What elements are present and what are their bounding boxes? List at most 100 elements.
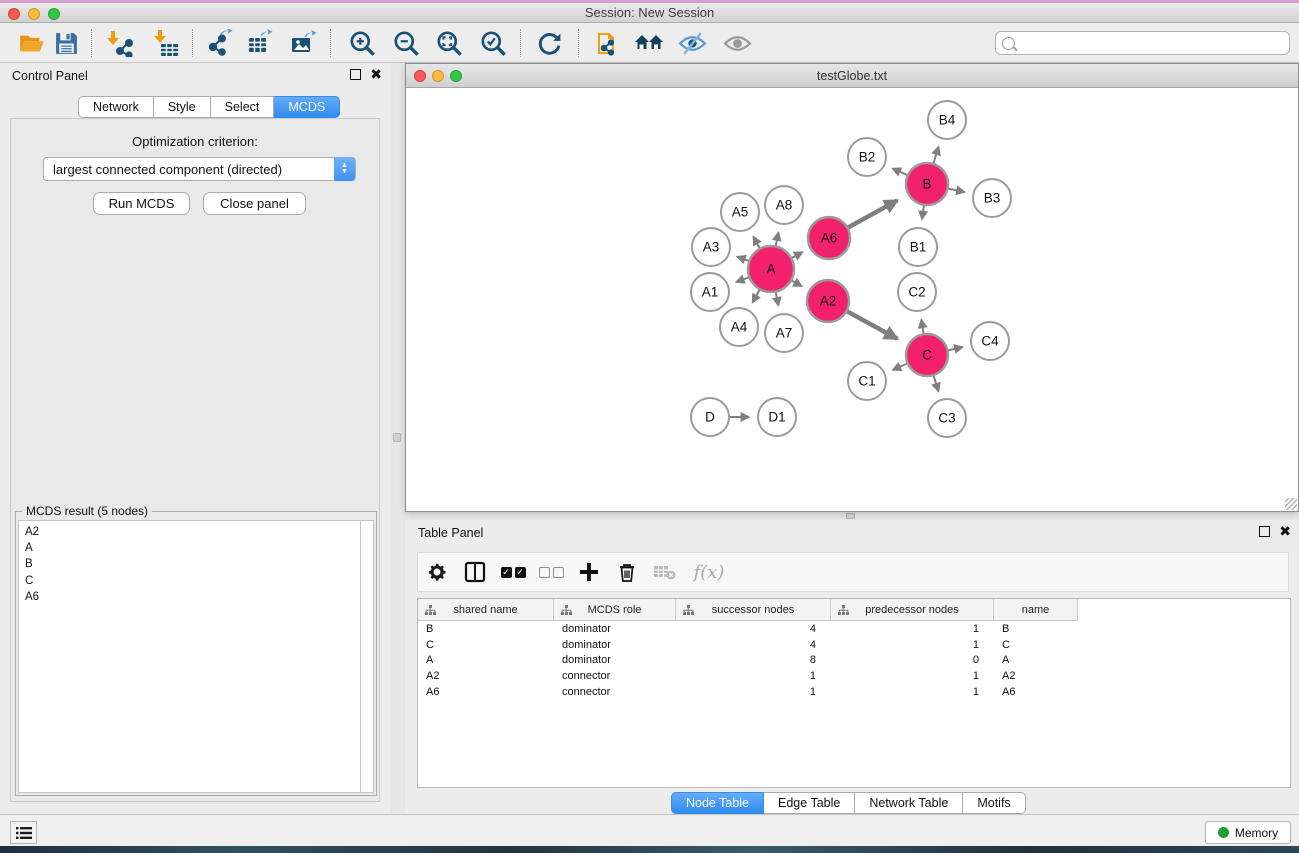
window-resize-grip[interactable] [1285, 498, 1297, 510]
optimization-criterion-select[interactable]: largest connected component (directed) ▲… [43, 157, 356, 181]
graph-node-D1[interactable]: D1 [758, 398, 796, 436]
home-icon[interactable] [630, 26, 668, 60]
graph-node-A8[interactable]: A8 [765, 186, 803, 224]
table-cell[interactable]: 1 [831, 623, 994, 635]
edge-A-A7[interactable] [776, 293, 779, 306]
edge-C-C3[interactable] [934, 376, 939, 391]
graph-node-B1[interactable]: B1 [899, 228, 937, 266]
table-cell[interactable]: A [418, 654, 554, 666]
horizontal-split-divider[interactable] [405, 512, 1299, 520]
graph-node-C1[interactable]: C1 [848, 362, 886, 400]
network-window-titlebar[interactable]: testGlobe.txt [406, 64, 1298, 88]
delete-row-trash-icon[interactable] [608, 555, 646, 589]
graph-node-B3[interactable]: B3 [973, 179, 1011, 217]
table-cell[interactable]: 1 [676, 686, 831, 698]
graph-node-C[interactable]: C [906, 334, 948, 376]
graph-node-B[interactable]: B [906, 163, 948, 205]
edge-A2-C[interactable] [847, 312, 897, 339]
edge-A-A3[interactable] [737, 257, 748, 261]
open-session-icon[interactable] [12, 26, 50, 60]
show-all-eye-icon[interactable] [718, 26, 756, 60]
column-header-successor-nodes[interactable]: successor nodes [676, 599, 831, 621]
session-titlebar[interactable]: Session: New Session [0, 3, 1299, 23]
zoom-selected-icon[interactable] [474, 26, 512, 60]
table-cell[interactable]: dominator [554, 654, 676, 666]
tab-mcds[interactable]: MCDS [274, 96, 340, 118]
table-cell[interactable]: 4 [676, 639, 831, 651]
table-tab-motifs[interactable]: Motifs [963, 792, 1025, 814]
edge-C-C4[interactable] [948, 347, 962, 350]
result-item[interactable]: C [25, 573, 361, 589]
table-cell[interactable]: dominator [554, 639, 676, 651]
edge-B-B1[interactable] [922, 206, 924, 220]
mcds-result-list[interactable]: A2ABCA6 [18, 520, 362, 793]
table-cell[interactable]: A6 [418, 686, 554, 698]
table-cell[interactable]: B [418, 623, 554, 635]
table-tab-node-table[interactable]: Node Table [671, 792, 764, 814]
float-panel-icon[interactable] [350, 69, 361, 80]
column-header-name[interactable]: name [994, 599, 1078, 621]
network-graph[interactable]: B4B2BB3A8A5A6A3B1AA1C2A2A4A7C4CC1C3DD1 [406, 88, 1298, 511]
result-item[interactable]: A2 [25, 524, 361, 540]
table-cell[interactable]: 1 [831, 670, 994, 682]
show-column-icon[interactable] [456, 555, 494, 589]
edge-A-A4[interactable] [753, 290, 760, 302]
search-input[interactable] [995, 31, 1290, 55]
network-from-selection-icon[interactable] [589, 26, 627, 60]
edge-B-B4[interactable] [934, 147, 939, 163]
close-table-panel-icon[interactable]: ✖ [1279, 526, 1291, 537]
export-network-icon[interactable] [200, 26, 238, 60]
tab-style[interactable]: Style [154, 96, 211, 118]
table-row[interactable]: Cdominator41C [418, 637, 1290, 653]
save-session-icon[interactable] [47, 26, 85, 60]
network-maximize-button[interactable] [450, 70, 462, 82]
edge-C-C2[interactable] [921, 320, 923, 334]
network-close-button[interactable] [414, 70, 426, 82]
graph-node-A4[interactable]: A4 [720, 308, 758, 346]
tab-select[interactable]: Select [211, 96, 275, 118]
column-header-MCDS-role[interactable]: MCDS role [554, 599, 676, 621]
float-table-panel-icon[interactable] [1259, 526, 1270, 537]
edge-A-A1[interactable] [736, 277, 748, 282]
result-item[interactable]: A [25, 540, 361, 556]
tab-network[interactable]: Network [78, 96, 154, 118]
table-cell[interactable]: connector [554, 686, 676, 698]
edge-A-A8[interactable] [776, 232, 779, 245]
zoom-fit-icon[interactable] [430, 26, 468, 60]
table-cell[interactable]: 4 [676, 623, 831, 635]
table-cell[interactable]: C [418, 639, 554, 651]
edge-A-A5[interactable] [753, 237, 759, 248]
result-item[interactable]: A6 [25, 589, 361, 605]
table-cell[interactable]: 8 [676, 654, 831, 666]
edge-A6-B[interactable] [848, 200, 897, 227]
table-cell[interactable]: 1 [831, 639, 994, 651]
import-table-icon[interactable] [147, 26, 185, 60]
table-cell[interactable]: A2 [418, 670, 554, 682]
table-cell[interactable]: C [994, 639, 1078, 651]
table-tab-edge-table[interactable]: Edge Table [764, 792, 855, 814]
graph-node-C3[interactable]: C3 [928, 399, 966, 437]
graph-node-D[interactable]: D [691, 398, 729, 436]
graph-node-B4[interactable]: B4 [928, 101, 966, 139]
refresh-icon[interactable] [530, 26, 568, 60]
close-panel-button[interactable]: Close panel [203, 192, 306, 215]
export-table-icon[interactable] [242, 26, 280, 60]
table-row[interactable]: A2connector11A2 [418, 668, 1290, 684]
table-options-gear-icon[interactable] [418, 555, 456, 589]
deselect-all-icon[interactable] [532, 555, 570, 589]
vertical-split-divider[interactable] [390, 63, 405, 814]
close-panel-icon[interactable]: ✖ [370, 69, 382, 80]
edge-B-B3[interactable] [949, 189, 965, 192]
graph-node-A7[interactable]: A7 [765, 314, 803, 352]
select-all-icon[interactable]: ✓✓ [494, 555, 532, 589]
horizontal-divider-grip[interactable] [846, 513, 855, 519]
graph-node-A2[interactable]: A2 [807, 280, 849, 322]
maximize-window-button[interactable] [48, 8, 60, 20]
edge-C-C1[interactable] [893, 364, 907, 370]
add-row-plus-icon[interactable] [570, 555, 608, 589]
table-row[interactable]: Bdominator41B [418, 621, 1290, 637]
graph-node-C2[interactable]: C2 [898, 273, 936, 311]
edge-A-A6[interactable] [792, 252, 802, 258]
graph-node-A[interactable]: A [748, 246, 794, 292]
result-list-scrollbar[interactable] [360, 520, 374, 793]
